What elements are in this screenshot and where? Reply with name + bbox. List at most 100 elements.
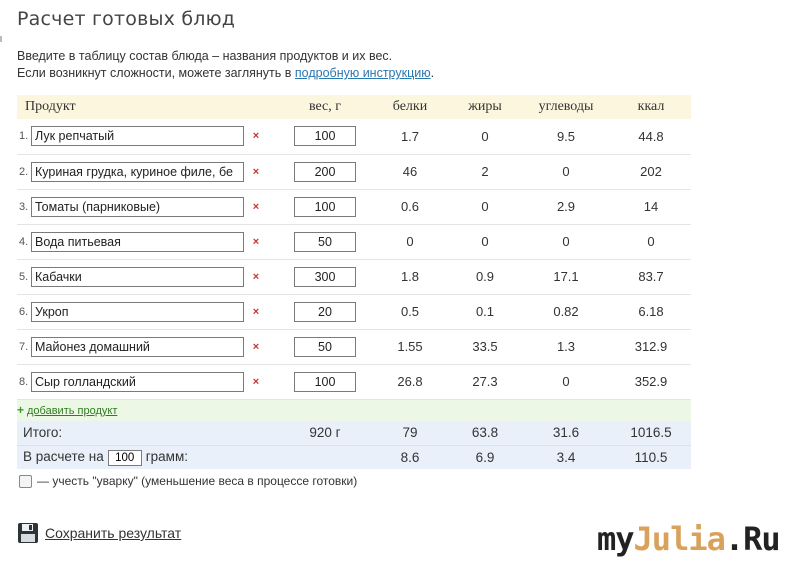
table-row: 6. × 0.5 0.1 0.82 6.18 [17,294,691,329]
logo-my: my [597,520,635,558]
table-row: 1. × 1.7 0 9.5 44.8 [17,119,691,154]
boil-checkbox-label: — учесть "уварку" (уменьшение веса в про… [37,474,358,488]
instruction-link[interactable]: подробную инструкцию [295,66,431,80]
weight-input[interactable] [294,266,356,287]
product-name-input[interactable] [31,336,244,357]
protein-cell: 1.7 [400,128,420,144]
total-protein: 79 [402,425,418,441]
per-amount-row: В расчете на грамм: 8.6 6.9 3.4 110.5 [17,445,691,469]
intro-line-1: Введите в таблицу состав блюда – названи… [17,49,393,63]
total-weight: 920 г [309,425,341,441]
intro-text: Введите в таблицу состав блюда – названи… [17,48,434,82]
add-product-row: + добавить продукт [17,399,691,421]
per-kcal: 110.5 [634,449,668,465]
intro-suffix: . [430,66,435,80]
carbs-cell: 0 [562,374,570,389]
total-row: Итого: 920 г 79 63.8 31.6 1016.5 [17,421,691,445]
fat-cell: 0 [481,199,489,214]
site-logo[interactable]: myJulia.Ru [597,520,781,558]
product-name-input[interactable] [31,196,244,217]
row-number: 3. [19,200,29,213]
row-number: 1. [19,130,29,143]
per-label-suffix: грамм: [145,448,188,464]
fat-cell: 2 [481,164,489,179]
per-protein: 8.6 [400,449,420,465]
weight-input[interactable] [294,161,356,182]
protein-cell: 46 [402,164,418,179]
table-row: 7. × 1.55 33.5 1.3 312.9 [17,329,691,364]
table-row: 8. × 26.8 27.3 0 352.9 [17,364,691,399]
edge-marker [0,36,2,42]
delete-icon[interactable]: × [250,130,262,142]
kcal-cell: 14 [643,199,659,214]
header-weight: вес, г [308,99,342,114]
row-number: 6. [19,305,29,318]
kcal-cell: 0 [647,234,655,249]
intro-prefix: Если возникнут сложности, можете загляну… [17,66,295,80]
kcal-cell: 44.8 [638,128,664,144]
boil-option: — учесть "уварку" (уменьшение веса в про… [19,474,357,488]
weight-input[interactable] [294,126,356,147]
table-header-row: Продукт вес, г белки жиры углеводы ккал [17,95,691,119]
weight-input[interactable] [294,301,356,322]
plus-icon[interactable]: + [17,403,24,417]
carbs-cell: 17.1 [553,269,579,284]
carbs-cell: 0 [562,164,570,179]
fat-cell: 27.3 [472,374,498,389]
per-amount-input[interactable] [107,449,142,466]
weight-input[interactable] [294,336,356,357]
header-carbs: углеводы [538,99,594,114]
protein-cell: 1.8 [400,269,420,284]
logo-julia: Julia [633,520,726,558]
table-row: 3. × 0.6 0 2.9 14 [17,189,691,224]
header-protein: белки [392,99,428,114]
per-label-prefix: В расчете на [23,448,104,464]
protein-cell: 0 [406,234,414,249]
boil-checkbox[interactable] [19,474,32,488]
product-name-input[interactable] [31,371,244,392]
protein-cell: 26.8 [397,374,423,389]
total-fat: 63.8 [471,425,499,441]
weight-input[interactable] [294,196,356,217]
protein-cell: 0.5 [400,304,420,319]
save-result[interactable]: Сохранить результат [17,522,181,544]
weight-input[interactable] [294,231,356,252]
row-number: 7. [19,340,29,353]
per-carbs: 3.4 [556,449,576,465]
delete-icon[interactable]: × [250,271,262,283]
fat-cell: 33.5 [472,339,498,354]
save-result-link[interactable]: Сохранить результат [45,525,181,541]
product-name-input[interactable] [31,231,244,252]
kcal-cell: 6.18 [638,304,664,319]
row-number: 2. [19,165,29,178]
product-name-input[interactable] [31,266,244,287]
intro-line-2: Если возникнут сложности, можете загляну… [17,65,434,82]
table-row: 4. × 0 0 0 0 [17,224,691,259]
delete-icon[interactable]: × [250,166,262,178]
delete-icon[interactable]: × [250,306,262,318]
carbs-cell: 0.82 [553,304,579,319]
product-name-input[interactable] [31,126,244,147]
delete-icon[interactable]: × [250,341,262,353]
floppy-disk-icon[interactable] [17,522,39,544]
header-fat: жиры [468,99,502,114]
protein-cell: 1.55 [397,339,423,354]
header-product: Продукт [25,99,76,114]
carbs-cell: 2.9 [556,199,576,214]
dish-calc-table: Продукт вес, г белки жиры углеводы ккал … [17,95,691,469]
total-label: Итого: [23,425,63,441]
total-carbs: 31.6 [552,425,580,441]
fat-cell: 0 [481,128,489,144]
delete-icon[interactable]: × [250,376,262,388]
header-kcal: ккал [637,99,665,114]
fat-cell: 0.9 [475,269,495,284]
weight-input[interactable] [294,371,356,392]
delete-icon[interactable]: × [250,201,262,213]
page-title: Расчет готовых блюд [17,8,236,30]
product-name-input[interactable] [31,301,244,322]
add-product-link[interactable]: добавить продукт [27,405,117,417]
carbs-cell: 1.3 [556,339,576,354]
delete-icon[interactable]: × [250,236,262,248]
row-number: 5. [19,270,29,283]
product-name-input[interactable] [31,161,244,182]
